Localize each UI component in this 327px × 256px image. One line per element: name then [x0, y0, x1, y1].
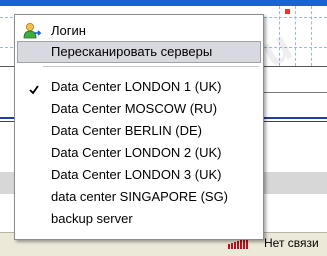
menu-item-label: backup server: [51, 211, 133, 226]
menu-item-label: Data Center BERLIN (DE): [51, 123, 202, 138]
user-login-icon: [23, 22, 42, 40]
menu-item-label: Data Center MOSCOW (RU): [51, 101, 218, 116]
menu-item-server-london-3[interactable]: Data Center LONDON 3 (UK): [17, 164, 261, 186]
menu-item-label: Data Center LONDON 1 (UK): [51, 79, 222, 94]
menu-item-server-singapore[interactable]: data center SINGAPORE (SG): [17, 186, 261, 208]
menu-item-label: Пересканировать серверы: [51, 44, 213, 59]
menu-item-rescan-servers[interactable]: Пересканировать серверы: [17, 41, 261, 63]
menu-item-server-berlin[interactable]: Data Center BERLIN (DE): [17, 120, 261, 142]
menu-item-server-moscow[interactable]: Data Center MOSCOW (RU): [17, 98, 261, 120]
menu-item-login[interactable]: Логин: [17, 20, 261, 42]
checkmark-icon: [29, 81, 39, 95]
menu-item-backup-server[interactable]: backup server: [17, 208, 261, 230]
connection-status-text: Нет связи: [264, 236, 319, 250]
context-menu: Логин Пересканировать серверы Data Cente…: [14, 14, 264, 240]
grid-line: [295, 6, 296, 66]
menu-item-label: Логин: [51, 23, 86, 38]
red-marker: [285, 9, 290, 14]
menu-separator: [43, 66, 259, 68]
menu-item-label: Data Center LONDON 2 (UK): [51, 145, 222, 160]
menu-item-label: Data Center LONDON 3 (UK): [51, 167, 222, 182]
grid-line: [311, 6, 312, 66]
window-top-bar: [0, 0, 327, 6]
menu-item-label: data center SINGAPORE (SG): [51, 189, 229, 204]
grid-line: [279, 6, 280, 66]
divider-line: [264, 92, 327, 93]
menu-item-server-london-1[interactable]: Data Center LONDON 1 (UK): [17, 76, 261, 98]
menu-item-server-london-2[interactable]: Data Center LONDON 2 (UK): [17, 142, 261, 164]
